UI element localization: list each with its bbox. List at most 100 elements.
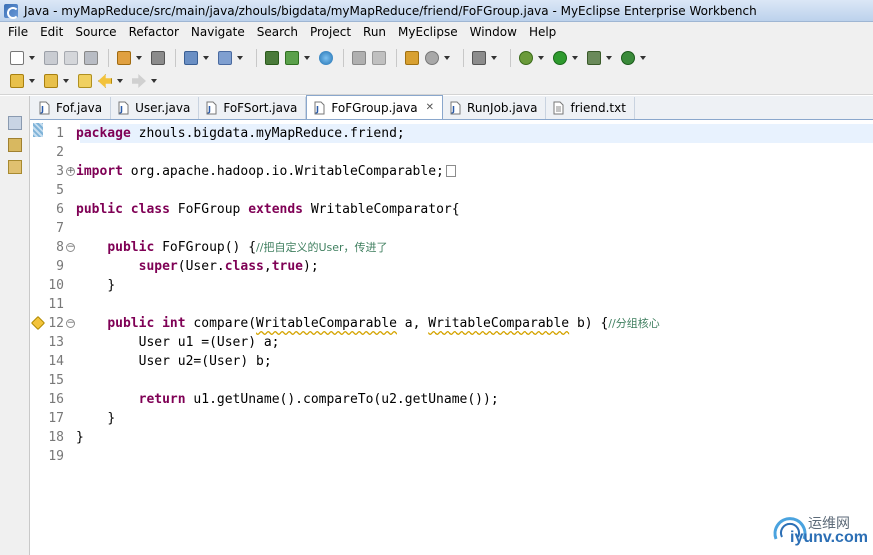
- editor-tab[interactable]: J FoFGroup.java ✕: [306, 95, 444, 119]
- line-number: 18: [48, 430, 64, 445]
- editor-tab[interactable]: J FoFSort.java: [199, 97, 307, 119]
- code-line[interactable]: 9 super(User.class,true);: [30, 257, 873, 276]
- restore-icon[interactable]: [8, 116, 22, 130]
- next-annotation-dropdown[interactable]: [28, 72, 36, 90]
- next-annotation-icon[interactable]: [8, 72, 26, 90]
- settings-icon[interactable]: [423, 49, 441, 67]
- debug-icon[interactable]: [517, 49, 535, 67]
- java-file-icon: J: [117, 101, 130, 115]
- code-editor[interactable]: 1 package zhouls.bigdata.myMapReduce.frie…: [30, 120, 873, 555]
- menu-window[interactable]: Window: [464, 25, 523, 39]
- run-server-dropdown[interactable]: [303, 49, 311, 67]
- java-file-icon: J: [449, 101, 462, 115]
- expand-fold-icon[interactable]: +: [66, 167, 75, 176]
- refresh-icon[interactable]: [370, 49, 388, 67]
- menu-project[interactable]: Project: [304, 25, 357, 39]
- run-icon[interactable]: [551, 49, 569, 67]
- deploy-icon[interactable]: [182, 49, 200, 67]
- menu-edit[interactable]: Edit: [34, 25, 69, 39]
- new-dropdown[interactable]: [28, 49, 36, 67]
- code-line[interactable]: 10 }: [30, 276, 873, 295]
- code-line[interactable]: 11: [30, 295, 873, 314]
- deploy-dropdown[interactable]: [202, 49, 210, 67]
- code-text: public class FoFGroup extends WritableCo…: [76, 200, 460, 219]
- menu-navigate[interactable]: Navigate: [185, 25, 251, 39]
- collapsed-imports-icon[interactable]: [445, 164, 456, 177]
- external-tools-icon[interactable]: [619, 49, 637, 67]
- open-perspective-icon[interactable]: [263, 49, 281, 67]
- code-line[interactable]: 7: [30, 219, 873, 238]
- menu-run[interactable]: Run: [357, 25, 392, 39]
- code-line[interactable]: 14 User u2=(User) b;: [30, 352, 873, 371]
- new-server-icon[interactable]: [115, 49, 133, 67]
- watermark-en: iyunv.com: [790, 529, 868, 546]
- code-line[interactable]: 17 }: [30, 409, 873, 428]
- code-line[interactable]: 13 User u1 =(User) a;: [30, 333, 873, 352]
- java-file-icon: J: [313, 101, 326, 115]
- keyword: package: [76, 126, 131, 141]
- coverage-dropdown[interactable]: [605, 49, 613, 67]
- editor-tab-label: User.java: [135, 101, 191, 115]
- last-edit-icon[interactable]: [76, 72, 94, 90]
- forward-dropdown[interactable]: [150, 72, 158, 90]
- menu-file[interactable]: File: [2, 25, 34, 39]
- external-tools-dropdown[interactable]: [639, 49, 647, 67]
- previous-annotation-icon[interactable]: [42, 72, 60, 90]
- code-line[interactable]: 5: [30, 181, 873, 200]
- warning-marker-icon[interactable]: [30, 315, 46, 331]
- keyword: public: [76, 202, 123, 217]
- save-icon[interactable]: [42, 49, 60, 67]
- code-line[interactable]: 8− public FoFGroup() {//把自定义的User，传进了: [30, 238, 873, 257]
- print-icon[interactable]: [82, 49, 100, 67]
- keyword: return: [138, 392, 186, 407]
- line-number: 8: [56, 240, 64, 255]
- run-server-icon[interactable]: [283, 49, 301, 67]
- settings-dropdown[interactable]: [443, 49, 451, 67]
- camera-dropdown[interactable]: [490, 49, 498, 67]
- menu-search[interactable]: Search: [251, 25, 304, 39]
- back-dropdown[interactable]: [116, 72, 124, 90]
- coverage-icon[interactable]: [585, 49, 603, 67]
- editor-tabs: J Fof.java J User.java J FoFSort.java J FoFGrou…: [30, 95, 873, 120]
- code-line[interactable]: 12− public int compare(WritableComparabl…: [30, 314, 873, 333]
- previous-annotation-dropdown[interactable]: [62, 72, 70, 90]
- new-server-dropdown[interactable]: [135, 49, 143, 67]
- code-line[interactable]: 16 return u1.getUname().compareTo(u2.get…: [30, 390, 873, 409]
- code-line[interactable]: 2: [30, 143, 873, 162]
- editor-tab[interactable]: friend.txt: [546, 97, 635, 119]
- code-line[interactable]: 15: [30, 371, 873, 390]
- globe-icon[interactable]: [317, 49, 335, 67]
- web-browser-dropdown[interactable]: [236, 49, 244, 67]
- web-browser-icon[interactable]: [216, 49, 234, 67]
- debug-dropdown[interactable]: [537, 49, 545, 67]
- code-token: compare(: [193, 316, 257, 331]
- menu-help[interactable]: Help: [523, 25, 562, 39]
- back-icon[interactable]: [96, 72, 114, 90]
- editor-tab[interactable]: J Fof.java: [32, 97, 112, 119]
- menu-refactor[interactable]: Refactor: [123, 25, 185, 39]
- menu-source[interactable]: Source: [69, 25, 122, 39]
- code-token: u1.getUname().compareTo(u2.getUname());: [193, 392, 499, 407]
- editor-tab[interactable]: J User.java: [111, 97, 200, 119]
- menu-myeclipse[interactable]: MyEclipse: [392, 25, 464, 39]
- new-icon[interactable]: [8, 49, 26, 67]
- camera-icon[interactable]: [470, 49, 488, 67]
- code-line[interactable]: 6 public class FoFGroup extends WritableC…: [30, 200, 873, 219]
- package-explorer-icon[interactable]: [8, 138, 22, 152]
- code-line[interactable]: 1 package zhouls.bigdata.myMapReduce.frie…: [30, 124, 873, 143]
- editor-tab[interactable]: J RunJob.java: [443, 97, 547, 119]
- code-line[interactable]: 19: [30, 447, 873, 466]
- save-all-icon[interactable]: [62, 49, 80, 67]
- clean-icon[interactable]: [350, 49, 368, 67]
- collapse-fold-icon[interactable]: −: [66, 319, 75, 328]
- code-token: }: [107, 278, 116, 293]
- configure-icon[interactable]: [403, 49, 421, 67]
- run-dropdown[interactable]: [571, 49, 579, 67]
- code-line[interactable]: 3 + import org.apache.hadoop.io.WritableCo…: [30, 162, 873, 181]
- code-line[interactable]: 18}: [30, 428, 873, 447]
- close-tab-icon[interactable]: ✕: [426, 102, 434, 113]
- open-type-icon[interactable]: [149, 49, 167, 67]
- forward-icon[interactable]: [130, 72, 148, 90]
- collapse-fold-icon[interactable]: −: [66, 243, 75, 252]
- hierarchy-icon[interactable]: [8, 160, 22, 174]
